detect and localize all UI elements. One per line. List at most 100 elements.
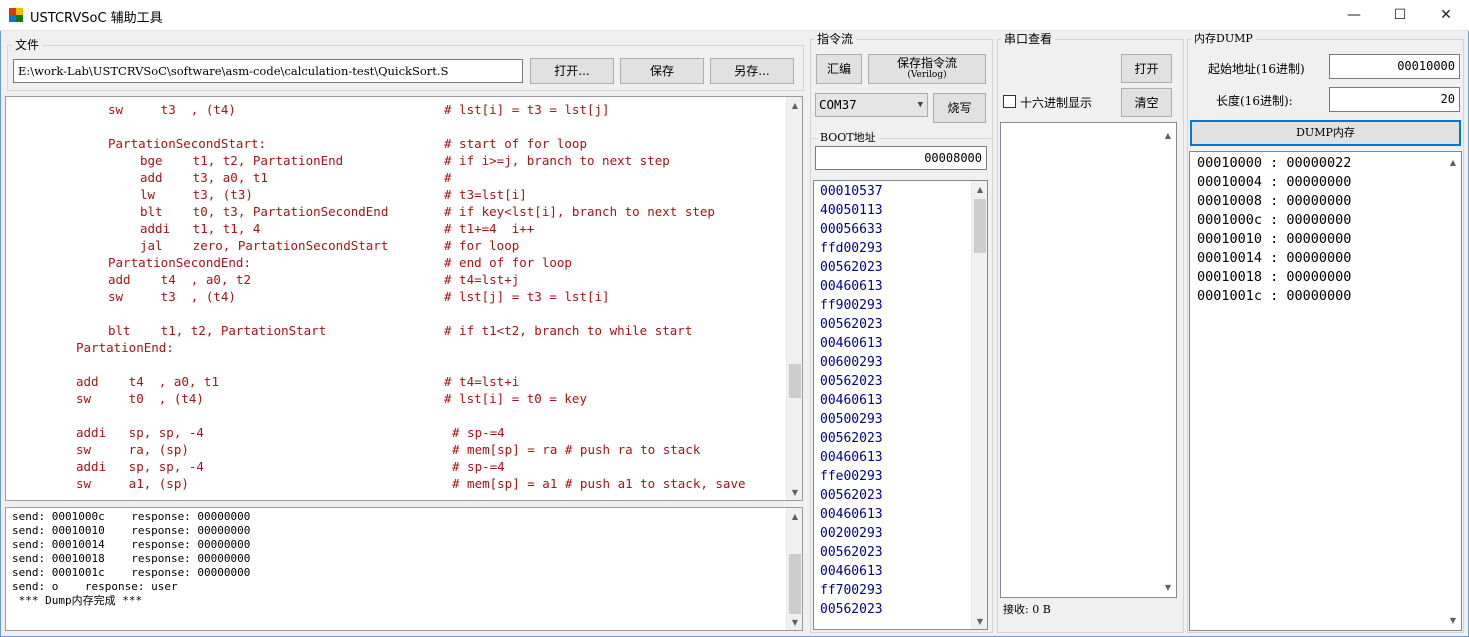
code-comment: # sp-=4 (452, 459, 505, 474)
save-as-button[interactable]: 另存... (710, 58, 794, 84)
boot-address-label: BOOT地址 (817, 131, 879, 145)
code-line: bge t1, t2, PartationEnd # if i>=j, branc… (6, 152, 786, 169)
instruction-item: 00562023 (820, 431, 883, 446)
memory-dump-output[interactable]: 00010000 : 00000022 00010004 : 00000000 00… (1189, 151, 1462, 631)
code-line: PartationSecondEnd: # end of for loop (6, 254, 786, 271)
serial-receive-box[interactable]: ▲ ▼ (1000, 122, 1177, 598)
code-comment: # t4=lst+j (444, 272, 520, 287)
log-line: send: 00010018 response: 00000000 (12, 552, 251, 565)
length-label: 长度(16进制): (1216, 94, 1293, 108)
instruction-item: 00460613 (820, 450, 883, 465)
log-line: send: 0001000c response: 00000000 (12, 510, 251, 523)
scroll-down-icon[interactable]: ▼ (787, 484, 802, 500)
code-instruction: sw ra, (sp) (76, 442, 189, 457)
instruction-item: 00600293 (820, 355, 883, 370)
code-line: sw a1, (sp) # mem[sp] = a1 # push a1 to s… (6, 475, 786, 492)
code-comment: # t3=lst[i] (444, 187, 527, 202)
scroll-up-icon[interactable]: ▲ (1160, 127, 1176, 143)
dump-row: 00010000 : 00000022 (1197, 155, 1352, 171)
code-comment: # if i>=j, branch to next step (444, 153, 670, 168)
code-instruction: sw a1, (sp) (76, 476, 189, 491)
instruction-item: 00460613 (820, 336, 883, 351)
open-file-button[interactable]: 打开... (530, 58, 614, 84)
code-line: PartationSecondStart: # start of for loop (6, 135, 786, 152)
start-address-input[interactable]: 00010000 (1329, 54, 1460, 79)
instruction-list[interactable]: 00010537 40050113 00056633 ffd00293 00562023… (813, 180, 988, 630)
code-comment: # lst[i] = t3 = lst[j] (444, 102, 610, 117)
code-instruction: jal zero, PartationSecondStart (140, 238, 389, 253)
dump-scrollbar[interactable]: ▲ ▼ (1445, 152, 1461, 630)
code-comment: # (444, 170, 452, 185)
app-icon[interactable] (9, 8, 23, 22)
boot-address-input[interactable]: 00008000 (815, 146, 987, 170)
scroll-down-icon[interactable]: ▼ (972, 613, 987, 629)
code-instruction: sw t3 , (t4) (108, 289, 236, 304)
file-path-input[interactable]: E:\work-Lab\USTCRVSoC\software\asm-code\… (13, 59, 523, 83)
com-port-select[interactable]: COM37 ▼ (815, 93, 928, 117)
scroll-up-icon[interactable]: ▲ (787, 97, 802, 113)
title-bar: USTCRVSoC 辅助工具 — ☐ ✕ (0, 0, 1469, 31)
scroll-down-icon[interactable]: ▼ (1445, 612, 1461, 628)
code-instruction: add t4 , a0, t2 (108, 272, 251, 287)
hex-display-checkbox[interactable] (1003, 95, 1016, 108)
instruction-scroll-thumb[interactable] (974, 199, 986, 253)
scroll-up-icon[interactable]: ▲ (972, 181, 987, 197)
dump-row: 00010008 : 00000000 (1197, 193, 1352, 209)
instruction-item: ff700293 (820, 583, 883, 598)
code-line: blt t0, t3, PartationSecondEnd # if key<l… (6, 203, 786, 220)
minimize-button[interactable]: — (1331, 0, 1377, 30)
scroll-down-icon[interactable]: ▼ (1160, 579, 1176, 595)
code-scroll-thumb[interactable] (789, 364, 801, 398)
instruction-item: 00562023 (820, 317, 883, 332)
serial-open-button[interactable]: 打开 (1121, 54, 1172, 83)
serial-group-label: 串口查看 (1001, 32, 1056, 46)
close-button[interactable]: ✕ (1423, 0, 1469, 30)
scroll-up-icon[interactable]: ▲ (787, 508, 802, 524)
log-line: send: o response: user (12, 580, 178, 593)
code-instruction: sw t0 , (t4) (76, 391, 204, 406)
log-scroll-thumb[interactable] (789, 554, 801, 614)
instruction-item: 00562023 (820, 488, 883, 503)
dump-memory-button[interactable]: DUMP内存 (1190, 120, 1461, 146)
code-comment: # start of for loop (444, 136, 587, 151)
instruction-item: 00562023 (820, 260, 883, 275)
save-instruction-stream-button[interactable]: 保存指令流 (Verilog) (868, 54, 986, 84)
assemble-button[interactable]: 汇编 (816, 54, 862, 84)
code-instruction: PartationSecondStart: (108, 136, 267, 151)
code-line: blt t1, t2, PartationStart # if t1<t2, br… (6, 322, 786, 339)
code-line: add t4 , a0, t2 # t4=lst+j (6, 271, 786, 288)
save-file-button[interactable]: 保存 (620, 58, 704, 84)
serial-clear-button[interactable]: 清空 (1121, 88, 1172, 117)
scroll-down-icon[interactable]: ▼ (787, 614, 802, 630)
burn-button[interactable]: 烧写 (933, 93, 986, 123)
instruction-item: 00010537 (820, 184, 883, 199)
serial-scrollbar[interactable]: ▲ ▼ (1160, 123, 1176, 597)
file-group-label: 文件 (12, 38, 43, 52)
dump-row: 00010004 : 00000000 (1197, 174, 1352, 190)
code-line: lw t3, (t3) # t3=lst[i] (6, 186, 786, 203)
log-output[interactable]: send: 0001000c response: 00000000 send: 0… (5, 507, 803, 631)
code-comment: # if t1<t2, branch to while start (444, 323, 693, 338)
hex-display-label[interactable]: 十六进制显示 (1020, 94, 1092, 111)
code-instruction: addi sp, sp, -4 (76, 459, 204, 474)
length-input[interactable]: 20 (1329, 87, 1460, 112)
instruction-item: 00562023 (820, 374, 883, 389)
code-comment: # sp-=4 (452, 425, 505, 440)
scroll-up-icon[interactable]: ▲ (1445, 154, 1461, 170)
save-stream-sublabel: (Verilog) (907, 70, 947, 80)
instruction-scrollbar[interactable]: ▲ ▼ (971, 181, 987, 629)
code-comment: # end of for loop (444, 255, 572, 270)
chevron-down-icon: ▼ (917, 100, 923, 110)
instruction-item: 00460613 (820, 507, 883, 522)
maximize-button[interactable]: ☐ (1377, 0, 1423, 30)
instruction-item: ffd00293 (820, 241, 883, 256)
code-instruction: blt t1, t2, PartationStart (108, 323, 327, 338)
code-instruction: add t4 , a0, t1 (76, 374, 219, 389)
code-editor[interactable]: sw t3 , (t4) # lst[i] = t3 = lst[j] Partat… (5, 96, 803, 501)
log-scrollbar[interactable]: ▲ ▼ (786, 508, 802, 630)
instruction-stream-label: 指令流 (814, 32, 857, 46)
code-line: sw t3 , (t4) # lst[j] = t3 = lst[i] (6, 288, 786, 305)
code-scrollbar[interactable]: ▲ ▼ (786, 97, 802, 500)
